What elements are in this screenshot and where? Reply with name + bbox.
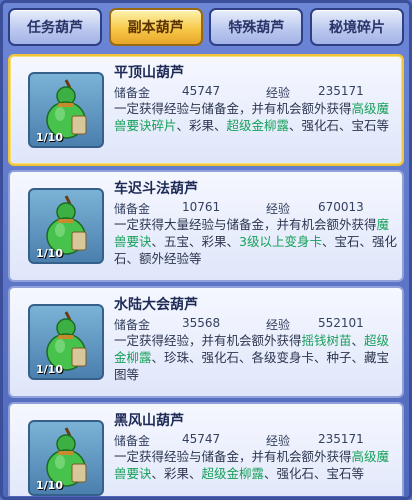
exp-label: 经验 bbox=[266, 86, 291, 100]
exp-value: 670013 bbox=[318, 200, 364, 214]
tab-dungeon-gourd[interactable]: 副本葫芦 bbox=[108, 8, 203, 46]
desc-text: 、彩果、 bbox=[176, 118, 227, 133]
exp-value: 552101 bbox=[318, 316, 364, 330]
tab-secret-fragment[interactable]: 秘境碎片 bbox=[309, 8, 404, 46]
reserve-value: 45747 bbox=[182, 84, 221, 98]
gourd-count: 1/10 bbox=[36, 131, 63, 144]
desc-highlight: 超级金柳露 bbox=[226, 118, 290, 133]
gourd-title: 车迟斗法葫芦 bbox=[114, 181, 198, 197]
reserve-value: 10761 bbox=[182, 200, 221, 214]
desc-text: 、彩果、 bbox=[151, 466, 202, 481]
desc-text: 一定获得经验与储备金，并有机会额外获得 bbox=[114, 101, 352, 116]
gourd-card[interactable]: 1/10 平顶山葫芦 储备金 45747 经验 235171 一定获得经验与储备… bbox=[8, 54, 404, 166]
tab-bar: 任务葫芦 副本葫芦 特殊葫芦 秘境碎片 bbox=[8, 8, 404, 48]
reserve-label: 储备金 bbox=[114, 202, 151, 216]
gourd-list[interactable]: 1/10 平顶山葫芦 储备金 45747 经验 235171 一定获得经验与储备… bbox=[8, 54, 404, 496]
desc-text: 、强化石、宝石等 bbox=[289, 118, 390, 133]
desc-text: 一定获得大量经验与储备金，并有机会额外获得 bbox=[114, 217, 377, 232]
gourd-description: 一定获得大量经验与储备金，并有机会额外获得魔兽要诀、五宝、彩果、3级以上变身卡、… bbox=[114, 216, 400, 267]
gourd-description: 一定获得经验与储备金，并有机会额外获得高级魔兽要诀碎片、彩果、超级金柳露、强化石… bbox=[114, 100, 400, 134]
desc-highlight: 超级金柳露 bbox=[201, 466, 265, 481]
reserve-label: 储备金 bbox=[114, 86, 151, 100]
exp-label: 经验 bbox=[266, 434, 291, 448]
tab-quest-gourd[interactable]: 任务葫芦 bbox=[8, 8, 102, 46]
gourd-title: 黑风山葫芦 bbox=[114, 413, 184, 429]
gourd-description: 一定获得经验，并有机会额外获得摇钱树苗、超级金柳露、珍珠、强化石、各级变身卡、种… bbox=[114, 332, 400, 383]
reserve-label: 储备金 bbox=[114, 434, 151, 448]
gourd-thumbnail: 1/10 bbox=[28, 72, 104, 148]
desc-text: 、 bbox=[351, 333, 365, 348]
exp-value: 235171 bbox=[318, 84, 364, 98]
gourd-description: 一定获得经验与储备金，并有机会额外获得高级魔兽要诀、彩果、超级金柳露、强化石、宝… bbox=[114, 448, 400, 482]
exp-label: 经验 bbox=[266, 318, 291, 332]
desc-highlight: 3级以上变身卡 bbox=[239, 234, 322, 249]
reserve-value: 45747 bbox=[182, 432, 221, 446]
reserve-label: 储备金 bbox=[114, 318, 151, 332]
desc-text: 一定获得经验与储备金，并有机会额外获得 bbox=[114, 449, 352, 464]
reserve-value: 35568 bbox=[182, 316, 221, 330]
exp-value: 235171 bbox=[318, 432, 364, 446]
desc-text: 一定获得经验，并有机会额外获得 bbox=[114, 333, 302, 348]
tab-special-gourd[interactable]: 特殊葫芦 bbox=[209, 8, 304, 46]
gourd-title: 水陆大会葫芦 bbox=[114, 297, 198, 313]
desc-text: 、强化石、宝石等 bbox=[264, 466, 365, 481]
desc-text: 、珍珠、强化石、各级变身卡、种子、藏宝图等 bbox=[114, 350, 390, 382]
gourd-thumbnail: 1/10 bbox=[28, 188, 104, 264]
gourd-card[interactable]: 1/10 水陆大会葫芦 储备金 35568 经验 552101 一定获得经验，并… bbox=[8, 286, 404, 398]
gourd-thumbnail: 1/10 bbox=[28, 304, 104, 380]
gourd-thumbnail: 1/10 bbox=[28, 420, 104, 496]
gourd-card[interactable]: 1/10 车迟斗法葫芦 储备金 10761 经验 670013 一定获得大量经验… bbox=[8, 170, 404, 282]
gourd-title: 平顶山葫芦 bbox=[114, 65, 184, 81]
desc-highlight: 摇钱树苗 bbox=[301, 333, 352, 348]
gourd-card[interactable]: 1/10 黑风山葫芦 储备金 45747 经验 235171 一定获得经验与储备… bbox=[8, 402, 404, 496]
exp-label: 经验 bbox=[266, 202, 291, 216]
gourd-count: 1/10 bbox=[36, 363, 63, 376]
gourd-count: 1/10 bbox=[36, 479, 63, 492]
desc-text: 、五宝、彩果、 bbox=[151, 234, 240, 249]
gourd-count: 1/10 bbox=[36, 247, 63, 260]
